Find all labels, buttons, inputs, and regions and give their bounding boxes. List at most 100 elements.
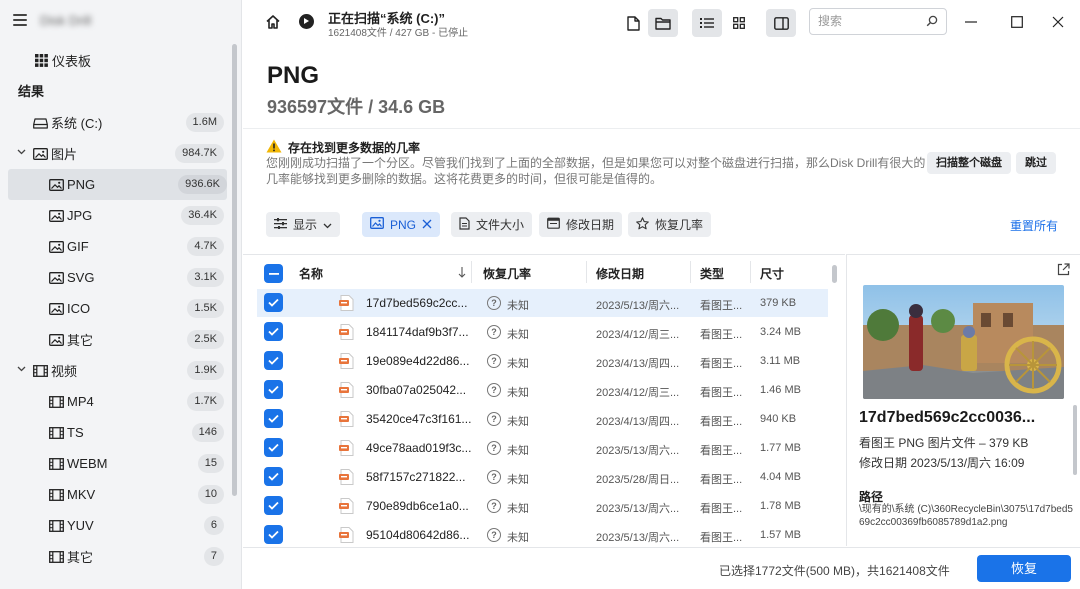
picture-icon — [48, 333, 64, 347]
sidebar-item[interactable]: TS 146 — [0, 417, 232, 448]
open-external-icon[interactable] — [1057, 263, 1070, 279]
table-row[interactable]: 49ce78aad019f3c...? 未知 2023/5/13/周六... 看图王.… — [257, 434, 828, 462]
sidebar-item[interactable]: YUV 6 — [0, 510, 232, 541]
png-filter-chip[interactable]: PNG — [362, 212, 441, 237]
file-type: 看图王... — [700, 358, 743, 370]
sidebar-item[interactable]: MP4 1.7K — [0, 386, 232, 417]
row-checkbox[interactable] — [264, 409, 283, 428]
close-icon[interactable] — [1048, 12, 1068, 32]
table-row[interactable]: 17d7bed569c2cc...? 未知 2023/5/13/周六... 看图王..… — [257, 289, 828, 317]
scan-entire-disk-button[interactable]: 扫描整个磁盘 — [927, 152, 1011, 174]
hamburger-menu-icon[interactable] — [13, 14, 27, 26]
scan-stopped-icon[interactable] — [299, 14, 314, 29]
sidebar-item[interactable]: MKV 10 — [0, 479, 232, 510]
sidebar-item[interactable]: 其它 2.5K — [0, 324, 232, 355]
file-name: 790e89db6ce1a0... — [366, 499, 469, 513]
sidebar-item[interactable]: PNG 936.6K — [8, 169, 227, 200]
column-divider[interactable] — [586, 261, 587, 283]
row-checkbox[interactable] — [264, 351, 283, 370]
file-size: 4.04 MB — [760, 471, 801, 483]
item-count-badge: 1.9K — [187, 361, 224, 380]
home-icon[interactable] — [265, 14, 281, 33]
column-size[interactable]: 尺寸 — [760, 265, 784, 282]
reset-all-link[interactable]: 重置所有 — [1010, 217, 1058, 234]
remove-filter-icon[interactable] — [422, 218, 432, 232]
sidebar-item[interactable]: GIF 4.7K — [0, 231, 232, 262]
modified-date: 2023/5/13/周六... — [596, 300, 680, 312]
show-filter-button[interactable]: 显示 — [266, 212, 341, 237]
minimize-icon[interactable] — [961, 12, 981, 32]
row-checkbox[interactable] — [264, 380, 283, 399]
file-name: 58f7157c271822... — [366, 470, 466, 484]
table-row[interactable]: 1841174daf9b3f7...? 未知 2023/4/12/周三... 看图王.… — [257, 318, 828, 346]
file-size: 1.78 MB — [760, 500, 801, 512]
table-row[interactable]: 58f7157c271822...? 未知 2023/5/28/周日... 看图王..… — [257, 463, 828, 491]
table-row[interactable]: 790e89db6ce1a0...? 未知 2023/5/13/周六... 看图王..… — [257, 492, 828, 520]
column-modified-date[interactable]: 修改日期 — [596, 265, 644, 282]
chevron-down-icon[interactable] — [17, 364, 26, 375]
recover-button[interactable]: 恢复 — [977, 555, 1071, 582]
folder-view-icon[interactable] — [648, 9, 678, 37]
column-name[interactable]: 名称 — [299, 265, 323, 282]
list-view-icon[interactable] — [692, 9, 722, 37]
row-checkbox[interactable] — [264, 293, 283, 312]
modified-date-filter-button[interactable]: 修改日期 — [539, 212, 623, 237]
column-divider[interactable] — [471, 261, 472, 283]
image-thumbnail[interactable] — [863, 285, 1064, 399]
column-divider[interactable] — [690, 261, 691, 283]
table-row[interactable]: 19e089e4d22d86...? 未知 2023/4/13/周四... 看图王..… — [257, 347, 828, 375]
sidebar-item-label: GIF — [67, 239, 89, 254]
row-checkbox[interactable] — [264, 438, 283, 457]
maximize-icon[interactable] — [1007, 12, 1027, 32]
sidebar-item[interactable]: WEBM 15 — [0, 448, 232, 479]
select-all-checkbox[interactable] — [264, 264, 283, 283]
sidebar-item-label: 其它 — [67, 333, 94, 348]
sidebar-item[interactable]: SVG 3.1K — [0, 262, 232, 293]
sidebar-item[interactable]: ICO 1.5K — [0, 293, 232, 324]
row-checkbox[interactable] — [264, 322, 283, 341]
grid-view-icon[interactable] — [724, 9, 754, 37]
file-size: 1.46 MB — [760, 384, 801, 396]
preview-file-name: 17d7bed569c2cc0036... — [859, 409, 1036, 426]
item-count-badge: 1.7K — [187, 392, 224, 411]
file-size-filter-button[interactable]: 文件大小 — [451, 212, 533, 237]
item-count-badge: 4.7K — [187, 237, 224, 256]
sidebar-item-dashboard[interactable]: 仪表板 — [0, 45, 232, 76]
sidebar-item[interactable]: 系统 (C:) 1.6M — [0, 107, 232, 138]
file-size-filter-label: 文件大小 — [476, 218, 525, 232]
column-divider[interactable] — [750, 261, 751, 283]
table-row[interactable]: 35420ce47c3f161...? 未知 2023/4/13/周四... 看图王.… — [257, 405, 828, 433]
sort-arrow-down-icon[interactable] — [458, 266, 466, 281]
table-row[interactable]: 30fba07a025042...? 未知 2023/4/12/周三... 看图王..… — [257, 376, 828, 404]
row-checkbox[interactable] — [264, 525, 283, 544]
sidebar-item-label: JPG — [67, 208, 93, 223]
png-file-icon — [339, 440, 354, 459]
preview-file-type: 看图王 PNG 图片文件 – 379 KB — [859, 436, 1029, 450]
preview-scroll-thumb[interactable] — [1073, 405, 1077, 475]
sidebar-item-label: ICO — [67, 301, 91, 316]
search-icon[interactable] — [926, 15, 938, 30]
skip-button[interactable]: 跳过 — [1016, 152, 1056, 174]
modified-date-filter-label: 修改日期 — [566, 218, 615, 232]
preview-panel-toggle-icon[interactable] — [766, 9, 796, 37]
column-recovery-chance[interactable]: 恢复几率 — [483, 265, 531, 282]
sidebar-nav: 仪表板 结果 系统 (C:) 1.6M 图片 984.7K PNG 936.6K JPG 36… — [0, 45, 232, 572]
search-box[interactable] — [809, 8, 947, 35]
sidebar-scroll-thumb[interactable] — [232, 44, 237, 496]
sidebar-item[interactable]: JPG 36.4K — [0, 200, 232, 231]
row-checkbox[interactable] — [264, 467, 283, 486]
file-icon[interactable] — [618, 9, 648, 37]
recovery-chance-filter-button[interactable]: 恢复几率 — [628, 212, 712, 237]
sidebar-item-label: YUV — [67, 518, 94, 533]
table-scroll-thumb[interactable] — [832, 265, 837, 283]
sidebar-item[interactable]: 其它 7 — [0, 541, 232, 572]
column-type[interactable]: 类型 — [700, 265, 724, 282]
sidebar-item[interactable]: 视频 1.9K — [0, 355, 232, 386]
chevron-down-icon[interactable] — [17, 147, 26, 158]
file-type: 看图王... — [700, 445, 743, 457]
table-row[interactable]: 95104d80642d86...? 未知 2023/5/13/周六... 看图王..… — [257, 521, 828, 546]
row-checkbox[interactable] — [264, 496, 283, 515]
search-input[interactable] — [818, 14, 918, 28]
sidebar-item[interactable]: 图片 984.7K — [0, 138, 232, 169]
sidebar-scrollbar[interactable] — [231, 42, 237, 589]
